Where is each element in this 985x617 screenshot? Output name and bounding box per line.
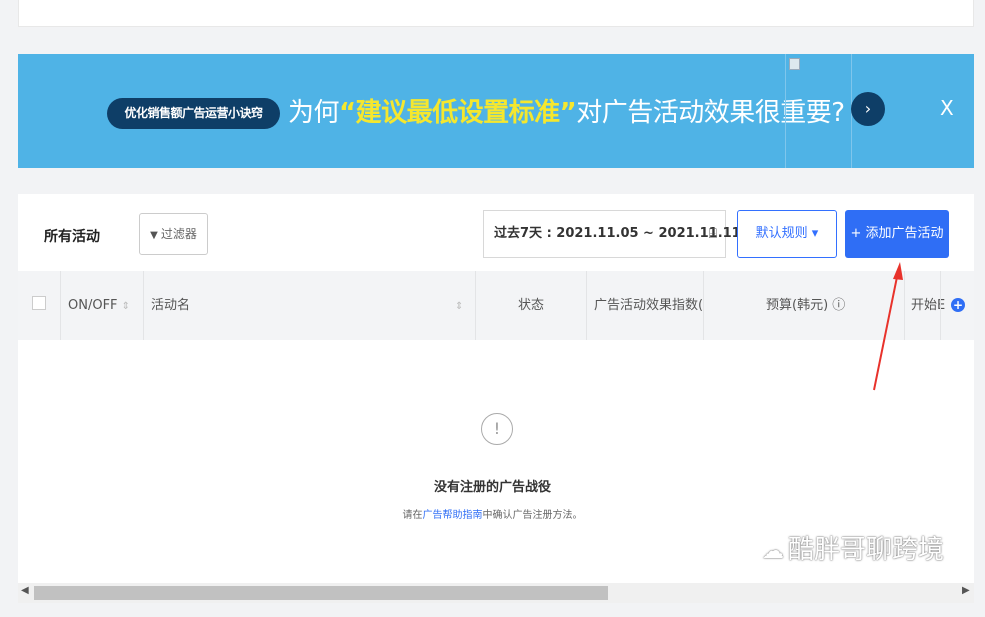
- column-divider: [940, 271, 941, 340]
- scrollbar-thumb[interactable]: [34, 586, 608, 600]
- watermark: ☁ 酷胖哥聊跨境: [762, 529, 944, 566]
- banner-pill: 优化销售额广告运营小诀窍: [107, 98, 280, 129]
- date-range-text: 过去7天 : 2021.11.05 ~ 2021.11.11: [494, 226, 741, 241]
- banner-close-button[interactable]: X: [940, 96, 954, 120]
- empty-hint-before: 请在: [402, 510, 423, 521]
- col-budget[interactable]: 预算(韩元) ⓘ: [766, 271, 845, 340]
- filter-label: 过滤器: [160, 227, 197, 241]
- filter-icon: ▼: [150, 230, 158, 241]
- column-divider: [475, 271, 476, 340]
- banner-text-highlight: “建议最低设置标准”: [339, 98, 577, 128]
- column-divider: [143, 271, 144, 340]
- col-onoff[interactable]: ON/OFF ⇕: [68, 271, 130, 340]
- scroll-right-arrow-icon[interactable]: ▶: [962, 585, 970, 596]
- banner-next-button[interactable]: ›: [851, 92, 885, 126]
- col-campaign-name[interactable]: 活动名: [151, 271, 190, 340]
- empty-state-icon: !: [481, 413, 513, 445]
- sort-icon: ⇕: [121, 301, 131, 312]
- scroll-left-arrow-icon[interactable]: ◀: [21, 585, 29, 596]
- calendar-icon: ⌸: [708, 226, 717, 242]
- date-range-picker[interactable]: 过去7天 : 2021.11.05 ~ 2021.11.11 ⌸: [483, 210, 741, 258]
- column-divider: [904, 271, 905, 340]
- sort-icon: ⇕: [455, 301, 464, 312]
- banner-text-before: 为何: [288, 98, 340, 128]
- column-divider: [60, 271, 61, 340]
- banner-image: [785, 54, 852, 168]
- add-column-icon[interactable]: +: [951, 298, 965, 312]
- all-campaigns-title: 所有活动: [44, 229, 100, 245]
- watermark-text: 酷胖哥聊跨境: [788, 535, 945, 565]
- help-guide-link[interactable]: 广告帮助指南: [423, 510, 483, 521]
- rule-select[interactable]: 默认规则 ▾: [737, 210, 837, 258]
- empty-hint-after: 中确认广告注册方法。: [482, 510, 583, 521]
- wechat-icon: ☁: [762, 539, 784, 564]
- add-campaign-button[interactable]: + 添加广告活动: [845, 210, 949, 258]
- col-campaign-name-sort[interactable]: ⇕: [455, 271, 463, 340]
- column-divider: [703, 271, 704, 340]
- broken-image-icon: [789, 58, 800, 70]
- col-effect-index[interactable]: 广告活动效果指数(: [594, 271, 703, 340]
- filter-button[interactable]: ▼ 过滤器: [139, 213, 208, 255]
- column-divider: [586, 271, 587, 340]
- col-status[interactable]: 状态: [518, 271, 544, 340]
- col-onoff-label: ON/OFF: [68, 298, 118, 313]
- top-card: [18, 0, 974, 27]
- banner-headline: 为何“建议最低设置标准”对广告活动效果很重要?: [288, 92, 845, 129]
- empty-state-title: 没有注册的广告战役: [433, 480, 551, 495]
- empty-state-hint: 请在广告帮助指南中确认广告注册方法。: [0, 506, 985, 521]
- select-all-checkbox[interactable]: [32, 296, 46, 310]
